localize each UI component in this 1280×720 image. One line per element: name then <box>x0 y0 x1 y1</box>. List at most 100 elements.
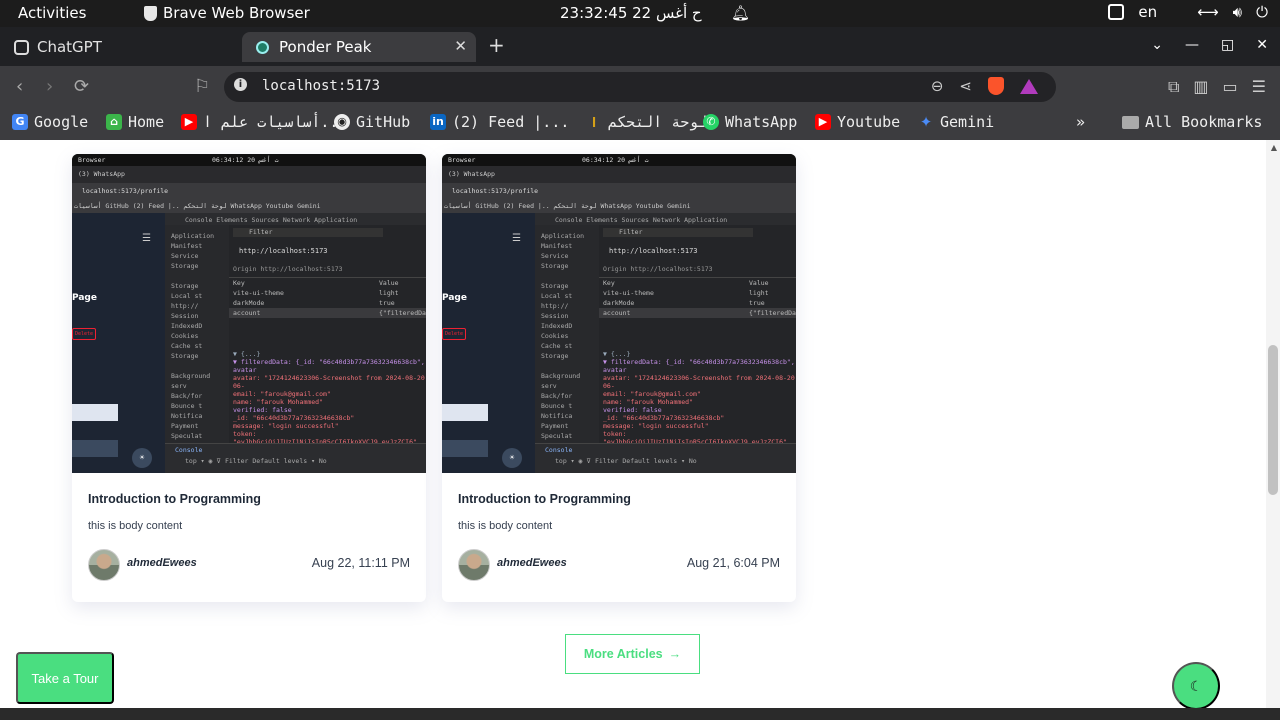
thumb-devtools-main: Filter http://localhost:5173 Origin http… <box>229 225 426 446</box>
thumb-clock: 06:34:12 20 ت أغس <box>582 156 649 164</box>
bookmark-linkedin[interactable]: in (2) Feed |... <box>430 113 569 131</box>
bookmark-gemini[interactable]: ✦ Gemini <box>918 113 994 131</box>
bookmark-dashboard[interactable]: ǀ لوحة التحكم <box>586 113 707 131</box>
url-text[interactable]: localhost:5173 <box>262 78 380 94</box>
app-menu[interactable]: Brave Web Browser <box>144 4 310 22</box>
thumb-kv-row: account {"filteredData" <box>599 308 796 318</box>
thumb-filter: Filter <box>233 228 383 237</box>
brave-rewards-icon[interactable] <box>1020 78 1038 94</box>
clock[interactable]: 23:32:45 22 ح أغس <box>560 4 702 22</box>
workspace-icon[interactable] <box>1108 4 1125 20</box>
arrow-right-icon: → <box>668 647 682 661</box>
thumb-devtools-tabs-text: Console Elements Sources Network Applica… <box>555 216 728 224</box>
system-top-bar: Activities Brave Web Browser 23:32:45 22… <box>0 0 1280 27</box>
thumb-kv-row: vite-ui-theme light <box>229 288 426 298</box>
thumb-json-line: ▼ filteredData: {_id: "66c40d3b77a736323… <box>603 358 795 374</box>
thumb-side-line: Application <box>541 232 585 240</box>
thumb-input <box>442 404 488 421</box>
bookmark-home[interactable]: ⌂ Home <box>106 113 164 131</box>
tab-chatgpt[interactable]: ChatGPT <box>14 38 102 56</box>
all-bookmarks-folder[interactable]: All Bookmarks <box>1122 113 1262 131</box>
article-card[interactable]: Browser 06:34:12 20 ت أغس (3) WhatsApp lo… <box>72 154 426 602</box>
language-indicator[interactable]: en <box>1138 3 1157 21</box>
article-title[interactable]: Introduction to Programming <box>458 492 631 506</box>
article-title[interactable]: Introduction to Programming <box>88 492 261 506</box>
menu-icon[interactable]: ☰ <box>1252 77 1266 97</box>
system-tray[interactable]: en ⟷ 🔊︎ ⏻ <box>1108 3 1268 21</box>
back-button[interactable]: ‹ <box>16 76 23 97</box>
bookmark-page-icon[interactable]: ⚐ <box>194 76 210 97</box>
window-bottom-edge <box>0 708 1280 720</box>
brave-shields-icon[interactable] <box>988 77 1004 95</box>
thumb-side-line: Manifest <box>171 242 203 250</box>
thumb-devtools: Console Elements Sources Network Applica… <box>535 213 796 473</box>
thumb-kv-key: account <box>603 309 631 317</box>
more-articles-button[interactable]: More Articles → <box>565 634 700 674</box>
linkedin-icon: in <box>430 114 446 130</box>
thumb-delete-button: Delete <box>72 328 96 340</box>
bell-icon[interactable]: 🔔︎ <box>731 4 750 22</box>
thumb-side-line: Storage <box>541 282 569 290</box>
article-card[interactable]: Browser 06:34:12 20 ت أغس (3) WhatsApp lo… <box>442 154 796 602</box>
close-tab-icon[interactable]: ✕ <box>454 37 467 55</box>
extensions-icon[interactable]: ⧉ <box>1168 77 1179 97</box>
zoom-icon[interactable]: ⊖ <box>931 77 944 95</box>
thumb-side-line: IndexedD <box>171 322 203 330</box>
thumb-json-line: email: "farouk@gmail.com" <box>603 390 701 398</box>
new-tab-button[interactable]: + <box>488 33 505 57</box>
scrollbar[interactable]: ▲ <box>1266 140 1280 708</box>
bookmark-github[interactable]: ◉ GitHub <box>334 113 410 131</box>
torch-icon: ǀ <box>591 115 597 128</box>
network-icon[interactable]: ⟷ <box>1197 3 1219 21</box>
scroll-up-icon[interactable]: ▲ <box>1271 143 1277 152</box>
forward-button[interactable]: › <box>46 76 53 97</box>
thumb-console-bar: top ▾ ◉ ⊽ Filter Default levels ▾ No <box>185 457 327 465</box>
tab-strip: ChatGPT Ponder Peak ✕ + ⌄ — ◱ ✕ <box>0 27 1280 66</box>
minimize-button[interactable]: — <box>1185 37 1199 53</box>
sidebar-icon[interactable]: ▥ <box>1193 77 1208 97</box>
thumb-side-line: http:// <box>171 302 199 310</box>
thumb-side-line: Cache st <box>171 342 203 350</box>
bookmark-whatsapp[interactable]: ✆ WhatsApp <box>703 113 797 131</box>
bookmark-label: Gemini <box>940 113 995 131</box>
bookmark-youtube[interactable]: ▶ Youtube <box>815 113 900 131</box>
thumb-page-title: Page <box>72 293 97 303</box>
thumb-side-line: Background serv <box>171 372 211 390</box>
tab-ponder-peak[interactable]: Ponder Peak ✕ <box>242 32 476 62</box>
address-bar[interactable]: i localhost:5173 ⊖ ⋖ <box>224 72 1056 102</box>
thumb-kv-value: {"filteredData" <box>379 309 426 317</box>
thumb-json-line: avatar: "1724124623306-Screenshot from 2… <box>233 374 425 390</box>
thumb-kv-key: Key <box>603 279 615 287</box>
article-date: Aug 21, 6:04 PM <box>686 556 780 570</box>
theme-toggle-button[interactable]: ☾ <box>1172 662 1220 708</box>
thumb-side-spacer <box>541 361 599 371</box>
author-name[interactable]: ahmedEwees <box>127 557 197 569</box>
bookmark-google[interactable]: G Google <box>12 113 88 131</box>
article-thumbnail: Browser 06:34:12 20 ت أغس (3) WhatsApp lo… <box>72 154 426 473</box>
thumb-address-bar: localhost:5173/profile <box>72 183 426 199</box>
author-avatar[interactable] <box>88 549 120 581</box>
author-name[interactable]: ahmedEwees <box>497 557 567 569</box>
maximize-button[interactable]: ◱ <box>1221 37 1234 53</box>
thumb-devtools-main: Filter http://localhost:5173 Origin http… <box>599 225 796 446</box>
author-avatar[interactable] <box>458 549 490 581</box>
chatgpt-icon <box>14 39 29 55</box>
thumb-side-line: Storage <box>171 282 199 290</box>
thumb-console-tab: Console <box>545 446 573 454</box>
volume-icon[interactable]: 🔊︎ <box>1233 3 1242 21</box>
activities-button[interactable]: Activities <box>18 4 86 22</box>
thumb-kv-value: light <box>379 289 399 297</box>
thumb-side-line: Cookies <box>171 332 199 340</box>
wallet-icon[interactable]: ▭ <box>1223 77 1238 97</box>
reload-button[interactable]: ⟳ <box>74 76 89 97</box>
bookmark-youtube-arabic[interactable]: ▶ أساسيات علم ا... <box>181 113 348 131</box>
power-icon[interactable]: ⏻ <box>1256 3 1268 21</box>
scrollbar-thumb[interactable] <box>1268 345 1278 495</box>
close-window-button[interactable]: ✕ <box>1256 37 1268 53</box>
share-icon[interactable]: ⋖ <box>959 77 972 95</box>
site-info-icon[interactable]: i <box>234 78 247 91</box>
more-bookmarks-icon[interactable]: » <box>1076 113 1085 131</box>
take-tour-button[interactable]: Take a Tour <box>16 652 114 704</box>
thumb-side-line: Notifica <box>171 412 203 420</box>
tab-search-icon[interactable]: ⌄ <box>1151 37 1163 53</box>
